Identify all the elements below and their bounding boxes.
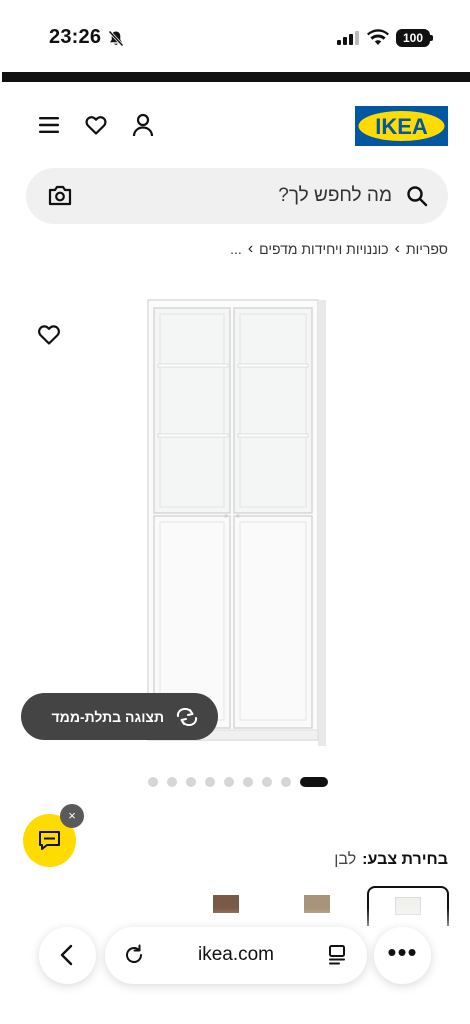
carousel-dot[interactable]: [167, 777, 177, 787]
carousel-dot[interactable]: [148, 777, 158, 787]
more-button[interactable]: •••: [374, 927, 431, 984]
user-icon[interactable]: [131, 112, 155, 138]
breadcrumb-item-bookcases[interactable]: ספריות: [406, 241, 448, 257]
carousel-dot[interactable]: [205, 777, 215, 787]
address-bar[interactable]: ikea.com: [105, 927, 367, 984]
signal-icon: [337, 31, 359, 45]
back-icon: [60, 944, 73, 966]
image-carousel-dots: [148, 777, 328, 787]
ikea-logo[interactable]: IKEA: [355, 106, 448, 146]
ikea-logo-text: IKEA: [375, 114, 428, 139]
wifi-icon: [367, 29, 389, 45]
chat-bubble-icon: [39, 831, 60, 850]
colour-label: בחירת צבע:: [362, 851, 448, 868]
battery-tip: [430, 35, 433, 41]
carousel-dot[interactable]: [243, 777, 253, 787]
view-3d-button[interactable]: תצוגה בתלת-ממד: [21, 693, 218, 740]
carousel-dot[interactable]: [224, 777, 234, 787]
carousel-dot[interactable]: [262, 777, 272, 787]
breadcrumb-item-shelving[interactable]: כוננויות ויחידות מדפים: [259, 241, 389, 257]
status-time: 23:26: [49, 26, 102, 48]
battery-icon: 100: [396, 29, 430, 47]
search-icon[interactable]: [406, 185, 428, 207]
colour-selector: בחירת צבע: לבן: [334, 851, 448, 869]
heart-icon[interactable]: [84, 113, 108, 137]
chat-close-button[interactable]: ×: [60, 804, 84, 828]
carousel-dot[interactable]: [186, 777, 196, 787]
view-3d-label: תצוגה בתלת-ממד: [51, 708, 165, 725]
carousel-dot[interactable]: [281, 777, 291, 787]
reader-icon[interactable]: [327, 944, 347, 966]
breadcrumb-item-more[interactable]: ...: [230, 241, 242, 257]
wishlist-heart-icon[interactable]: [36, 322, 62, 346]
breadcrumb: ספריות › כוננויות ויחידות מדפים › ...: [230, 240, 448, 258]
battery-level: 100: [402, 31, 424, 45]
search-input[interactable]: מה לחפש לך?: [278, 185, 392, 207]
breadcrumb-separator: ›: [394, 240, 400, 257]
colour-value: לבן: [334, 851, 357, 868]
search-bar[interactable]: מה לחפש לך?: [26, 168, 448, 224]
rotate-3d-icon: [176, 707, 198, 726]
camera-icon[interactable]: [48, 184, 72, 206]
menu-icon[interactable]: [38, 114, 60, 136]
top-divider: [2, 72, 470, 82]
status-bar: 23:26 100: [0, 0, 470, 72]
back-button[interactable]: [39, 927, 96, 984]
product-image-bookcase[interactable]: [140, 294, 330, 754]
bell-off-icon: [108, 30, 124, 47]
breadcrumb-separator: ›: [247, 240, 254, 257]
carousel-dot-active[interactable]: [300, 777, 328, 787]
